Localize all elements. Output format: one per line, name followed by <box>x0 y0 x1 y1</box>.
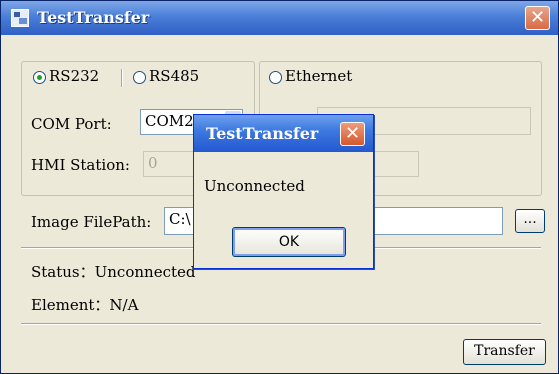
ethernet-radio[interactable] <box>269 71 282 84</box>
dialog-close-button[interactable]: ✕ <box>340 122 365 146</box>
rs232-radio[interactable] <box>33 71 46 84</box>
divider-bottom <box>21 323 541 325</box>
title-bar[interactable]: TestTransfer ✕ <box>1 1 558 35</box>
dialog-message: Unconnected <box>204 177 305 195</box>
rs485-label[interactable]: RS485 <box>149 67 199 85</box>
rs485-radio[interactable] <box>133 71 146 84</box>
image-filepath-value: C:\ <box>169 210 191 228</box>
window-title: TestTransfer <box>37 8 150 27</box>
com-port-label: COM Port: <box>31 115 112 133</box>
status-text: Status：Unconnected <box>31 263 196 281</box>
dialog-title: TestTransfer <box>206 124 319 143</box>
message-dialog: TestTransfer ✕ Unconnected OK <box>193 114 374 269</box>
app-icon <box>11 9 29 27</box>
com-port-value: COM2 <box>145 112 194 130</box>
element-text: Element：N/A <box>31 296 139 314</box>
hmi-station-value: 0 <box>148 154 158 172</box>
ok-button[interactable]: OK <box>232 227 346 257</box>
image-filepath-label: Image FilePath: <box>31 213 152 231</box>
close-button[interactable]: ✕ <box>525 6 550 30</box>
radio-separator <box>121 69 123 87</box>
ethernet-label[interactable]: Ethernet <box>285 67 352 85</box>
port-field[interactable] <box>367 151 419 177</box>
dialog-title-bar[interactable]: TestTransfer ✕ <box>194 115 373 152</box>
browse-button[interactable]: ... <box>515 209 545 233</box>
transfer-button[interactable]: Transfer <box>463 339 546 365</box>
rs232-label[interactable]: RS232 <box>49 67 99 85</box>
hmi-station-label: HMI Station: <box>31 156 130 174</box>
